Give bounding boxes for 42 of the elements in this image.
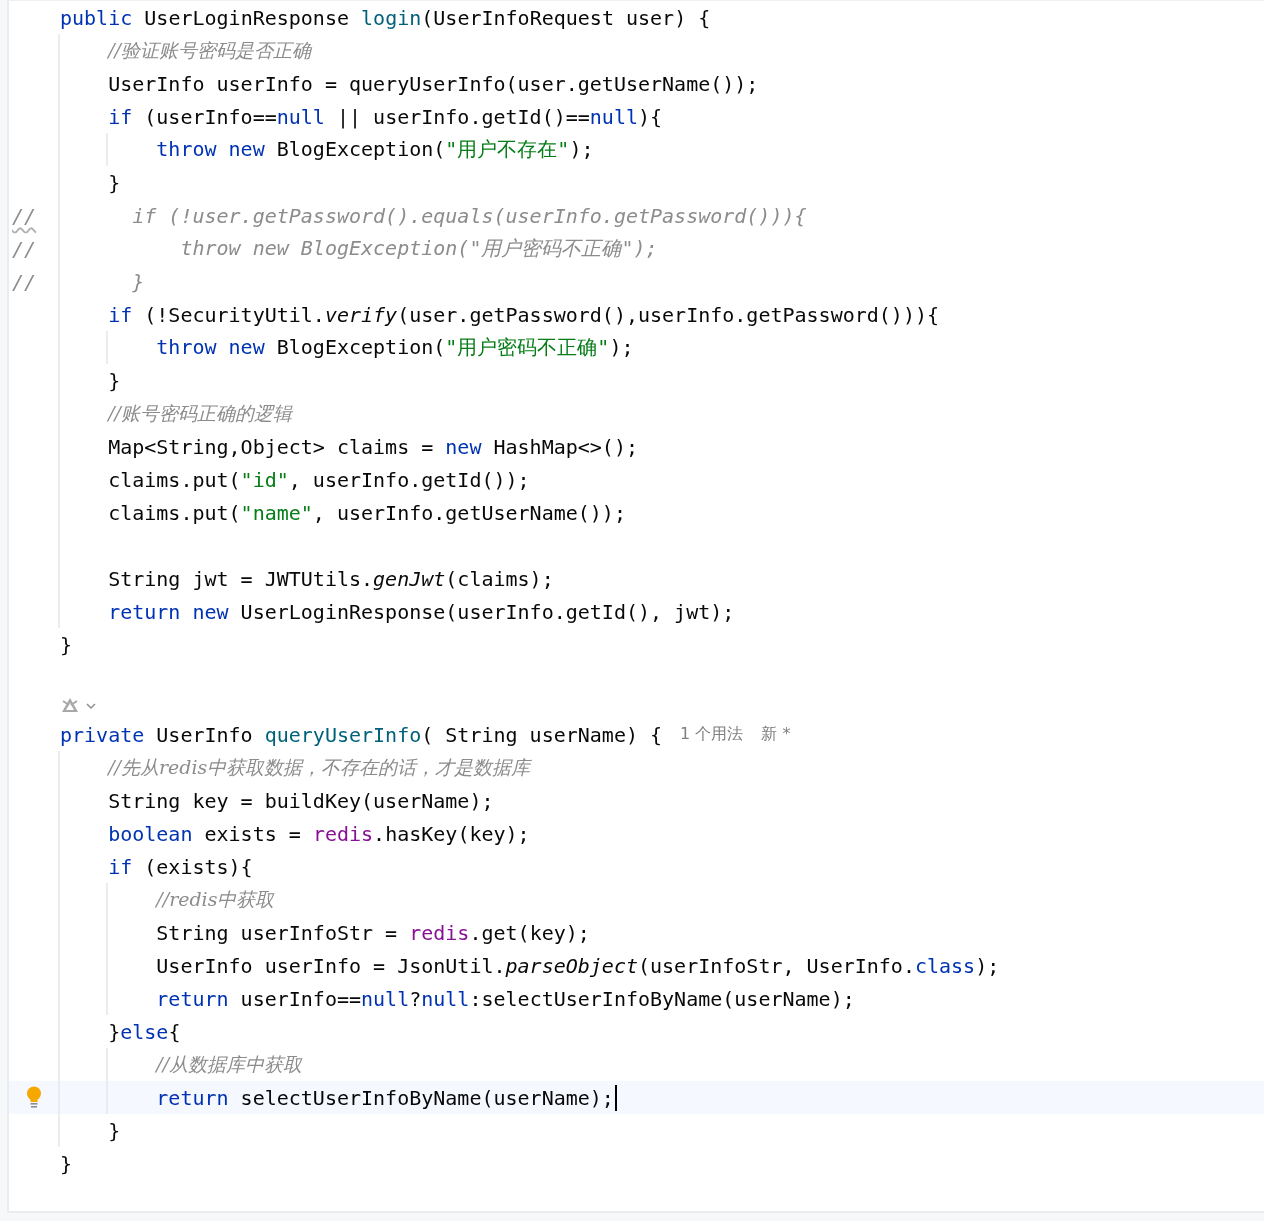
code-line: String jwt = JWTUtils.genJwt(claims); (108, 566, 554, 591)
code-line: UserInfo userInfo = queryUserInfo(user.getUserName()); (108, 71, 759, 96)
code-line: boolean exists = redis.hasKey(key); (108, 821, 530, 846)
code-line: String key = buildKey(userName); (108, 788, 494, 813)
code-line: throw new BlogException("用户密码不正确"); (179, 235, 658, 262)
code-line: } (108, 368, 121, 393)
inlay-hint[interactable]: 1 个用法 (680, 724, 744, 745)
code-line: return selectUserInfoByName(userName); (156, 1085, 614, 1110)
code-line: if (!user.getPassword().equals(userInfo.getPassword())){ (131, 203, 807, 228)
code-line: throw new BlogException("用户密码不正确"); (156, 334, 634, 361)
code-line: UserInfo userInfo = JsonUtil.parseObject(userInfoStr, UserInfo.class); (156, 953, 1000, 978)
code-line: }else{ (108, 1019, 181, 1044)
line-comment-mark: // (12, 203, 37, 228)
code-line: return userInfo==null?null:selectUserInfoByName(userName); (156, 986, 855, 1011)
lightbulb-icon[interactable] (26, 1085, 42, 1110)
line-comment-mark: // (12, 269, 37, 294)
code-line: //账号密码正确的逻辑 (108, 400, 292, 426)
code-line: throw new BlogException("用户不存在"); (156, 136, 594, 163)
code-line: } (131, 269, 145, 294)
code-line: public UserLoginResponse login(UserInfoRequest user) { (60, 5, 711, 30)
code-line: } (60, 632, 73, 657)
code-line: //先从redis中获取数据，不存在的话，才是数据库 (108, 754, 531, 780)
code-line: if (userInfo==null || userInfo.getId()==null){ (108, 104, 663, 129)
code-line: if (!SecurityUtil.verify(user.getPassword(),userInfo.getPassword())){ (108, 302, 939, 327)
line-comment-mark: // (12, 236, 37, 261)
chevron-down-icon[interactable] (86, 703, 96, 709)
inlay-hint[interactable]: 新 * (761, 724, 791, 745)
code-line: } (108, 1118, 121, 1143)
code-line: return new UserLoginResponse(userInfo.getId(), jwt); (108, 599, 735, 624)
code-line: //从数据库中获取 (156, 1051, 303, 1077)
code-line: String userInfoStr = redis.get(key); (156, 920, 590, 945)
code-line: if (exists){ (108, 854, 253, 879)
code-line: claims.put("id", userInfo.getId()); (108, 467, 530, 492)
code-editor[interactable] (7, 0, 1264, 1213)
swirl-icon[interactable] (60, 697, 80, 715)
code-line: claims.put("name", userInfo.getUserName()); (108, 500, 626, 525)
code-line: Map<String,Object> claims = new HashMap<>(); (108, 434, 638, 459)
code-line: } (60, 1151, 73, 1176)
code-line: } (108, 170, 121, 195)
code-line: //redis中获取 (156, 886, 275, 912)
code-line: private UserInfo queryUserInfo( String userName) { (60, 722, 663, 747)
code-line: //验证账号密码是否正确 (108, 37, 311, 63)
